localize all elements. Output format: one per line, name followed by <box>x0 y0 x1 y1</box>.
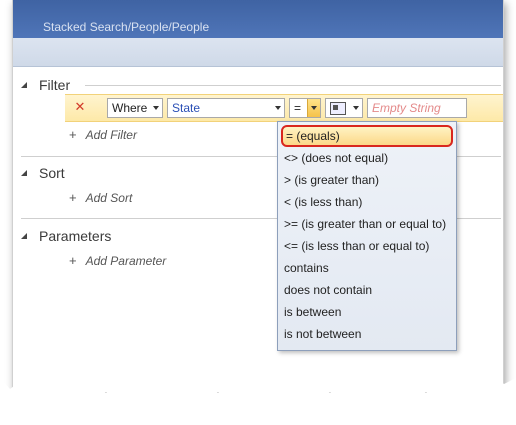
filter-row: ✕ Where State = Empty String <box>65 94 503 122</box>
parameters-section-title: Parameters <box>39 228 112 244</box>
parameters-section-header[interactable]: Parameters <box>21 227 111 245</box>
collapse-triangle-icon[interactable] <box>21 82 27 88</box>
operator-option-is-not-between[interactable]: is not between <box>278 323 456 345</box>
operator-option-greater-than[interactable]: > (is greater than) <box>278 169 456 191</box>
toolbar <box>13 38 503 67</box>
field-dropdown[interactable]: State <box>167 98 285 118</box>
title-bar: Stacked Search/People/People <box>13 0 503 38</box>
chevron-down-icon <box>353 106 359 110</box>
filter-section-header[interactable]: Filter <box>21 76 70 94</box>
field-value: State <box>172 101 201 115</box>
operator-dropdown-button[interactable] <box>307 99 320 117</box>
operator-value: = <box>294 101 302 115</box>
operator-option-not-equal[interactable]: <> (does not equal) <box>278 147 456 169</box>
filter-divider <box>85 85 501 86</box>
add-parameter-label: Add Parameter <box>85 253 167 268</box>
operator-dropdown[interactable]: = <box>289 98 321 118</box>
operator-option-is-between[interactable]: is between <box>278 301 456 323</box>
add-filter-link[interactable]: + Add Filter <box>69 127 137 142</box>
filter-value-placeholder: Empty String <box>372 101 441 115</box>
collapse-triangle-icon[interactable] <box>21 233 27 239</box>
literal-value-icon <box>330 102 346 115</box>
operator-option-equals[interactable]: = (equals) <box>281 125 453 147</box>
plus-icon: + <box>69 190 77 205</box>
chevron-down-icon <box>153 106 159 110</box>
filter-value-input[interactable]: Empty String <box>367 98 467 118</box>
chevron-down-icon <box>275 106 281 110</box>
operator-option-less-than[interactable]: < (is less than) <box>278 191 456 213</box>
value-type-dropdown[interactable] <box>325 98 363 118</box>
remove-filter-icon[interactable]: ✕ <box>73 100 87 114</box>
add-sort-label: Add Sort <box>85 190 133 205</box>
sort-section-title: Sort <box>39 165 65 181</box>
breadcrumb: Stacked Search/People/People <box>43 20 210 34</box>
filter-section-title: Filter <box>39 77 71 93</box>
sort-section-header[interactable]: Sort <box>21 164 65 182</box>
chevron-down-icon <box>311 106 317 110</box>
conjunction-dropdown[interactable]: Where <box>107 98 163 118</box>
add-parameter-link[interactable]: + Add Parameter <box>69 253 166 268</box>
operator-menu: = (equals) <> (does not equal) > (is gre… <box>277 121 457 351</box>
collapse-triangle-icon[interactable] <box>21 170 27 176</box>
operator-option-less-or-equal[interactable]: <= (is less than or equal to) <box>278 235 456 257</box>
conjunction-value: Where <box>112 101 148 115</box>
plus-icon: + <box>69 127 77 142</box>
operator-option-does-not-contain[interactable]: does not contain <box>278 279 456 301</box>
add-filter-label: Add Filter <box>85 127 137 142</box>
operator-option-contains[interactable]: contains <box>278 257 456 279</box>
add-sort-link[interactable]: + Add Sort <box>69 190 132 205</box>
operator-option-greater-or-equal[interactable]: >= (is greater than or equal to) <box>278 213 456 235</box>
plus-icon: + <box>69 253 77 268</box>
torn-edge-decoration <box>0 378 516 425</box>
